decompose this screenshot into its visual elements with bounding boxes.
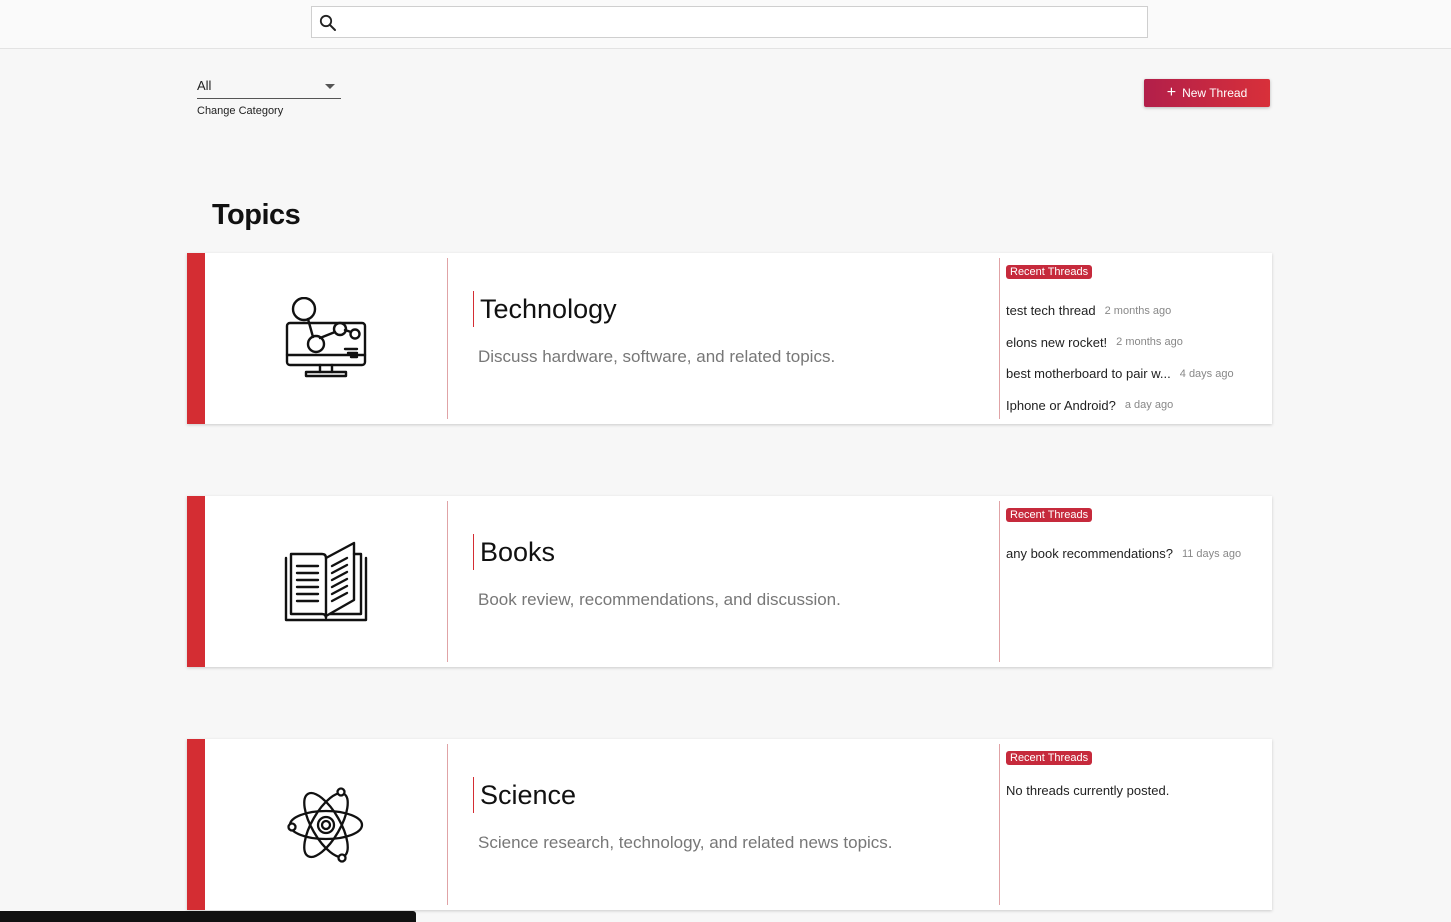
thread-title[interactable]: elons new rocket!	[1006, 335, 1107, 350]
thread-item[interactable]: elons new rocket! 2 months ago	[1006, 327, 1266, 359]
topic-description: Discuss hardware, software, and related …	[478, 347, 836, 366]
card-accent-bar	[187, 253, 205, 424]
no-threads-text: No threads currently posted.	[1006, 783, 1170, 798]
topic-title[interactable]: Science	[480, 780, 576, 811]
thread-title[interactable]: test tech thread	[1006, 303, 1096, 318]
topic-description: Science research, technology, and relate…	[478, 833, 893, 852]
thread-item[interactable]: best motherboard to pair w... 4 days ago	[1006, 358, 1266, 390]
topic-icon-area	[205, 496, 447, 667]
page-title: Topics	[212, 199, 301, 231]
topic-card-books[interactable]: Books Book review, recommendations, and …	[187, 496, 1272, 667]
category-dropdown[interactable]: All	[197, 76, 341, 99]
thread-item[interactable]: any book recommendations? 11 days ago	[1006, 538, 1266, 570]
atom-icon	[287, 786, 364, 863]
topic-card-technology[interactable]: Technology Discuss hardware, software, a…	[187, 253, 1272, 424]
thread-list: test tech thread 2 months ago elons new …	[1006, 295, 1266, 421]
top-bar	[0, 0, 1451, 49]
computer-network-icon	[285, 296, 367, 377]
thread-title[interactable]: Iphone or Android?	[1006, 398, 1116, 413]
category-select[interactable]: All Change Category	[197, 76, 341, 117]
topic-title-wrap: Technology	[473, 291, 617, 327]
category-value: All	[197, 78, 212, 93]
bottom-overlay-bar	[0, 911, 416, 922]
card-accent-bar	[187, 739, 205, 910]
card-divider	[447, 744, 448, 905]
thread-time: 2 months ago	[1116, 336, 1183, 349]
thread-list: any book recommendations? 11 days ago	[1006, 538, 1266, 570]
recent-threads-badge: Recent Threads	[1006, 508, 1093, 522]
search-bar[interactable]	[311, 6, 1148, 38]
thread-time: a day ago	[1124, 399, 1174, 412]
recent-threads-badge: Recent Threads	[1006, 751, 1093, 765]
topic-description: Book review, recommendations, and discus…	[478, 590, 841, 609]
topic-icon-area	[205, 739, 447, 910]
thread-time: 4 days ago	[1179, 367, 1234, 380]
topic-title[interactable]: Technology	[480, 294, 617, 325]
thread-time: 2 months ago	[1104, 304, 1172, 317]
topic-title[interactable]: Books	[480, 537, 555, 568]
plus-icon: +	[1166, 84, 1177, 101]
card-divider	[999, 501, 1000, 662]
card-divider	[999, 744, 1000, 905]
thread-item[interactable]: test tech thread 2 months ago	[1006, 295, 1266, 327]
search-icon	[319, 14, 336, 31]
recent-threads: Recent Threads any book recommendations?…	[1006, 505, 1266, 570]
thread-title[interactable]: any book recommendations?	[1006, 546, 1173, 561]
card-divider	[447, 501, 448, 662]
card-divider	[447, 258, 448, 419]
category-helper-text: Change Category	[197, 105, 284, 117]
topic-card-science[interactable]: Science Science research, technology, an…	[187, 739, 1272, 910]
search-input[interactable]	[344, 10, 1134, 34]
card-divider	[999, 258, 1000, 419]
thread-item[interactable]: Iphone or Android? a day ago	[1006, 390, 1266, 422]
recent-threads-badge: Recent Threads	[1006, 265, 1093, 279]
topic-icon-area	[205, 253, 447, 424]
thread-time: 11 days ago	[1181, 547, 1242, 560]
thread-title[interactable]: best motherboard to pair w...	[1006, 366, 1171, 381]
new-thread-label: New Thread	[1182, 86, 1248, 100]
recent-threads: Recent Threads test tech thread 2 months…	[1006, 262, 1266, 421]
new-thread-button[interactable]: + New Thread	[1144, 79, 1270, 107]
recent-threads: Recent Threads No threads currently post…	[1006, 748, 1266, 798]
chevron-down-icon	[325, 84, 335, 89]
topic-title-wrap: Science	[473, 777, 576, 813]
topic-title-wrap: Books	[473, 534, 555, 570]
card-accent-bar	[187, 496, 205, 667]
open-book-icon	[284, 541, 368, 621]
